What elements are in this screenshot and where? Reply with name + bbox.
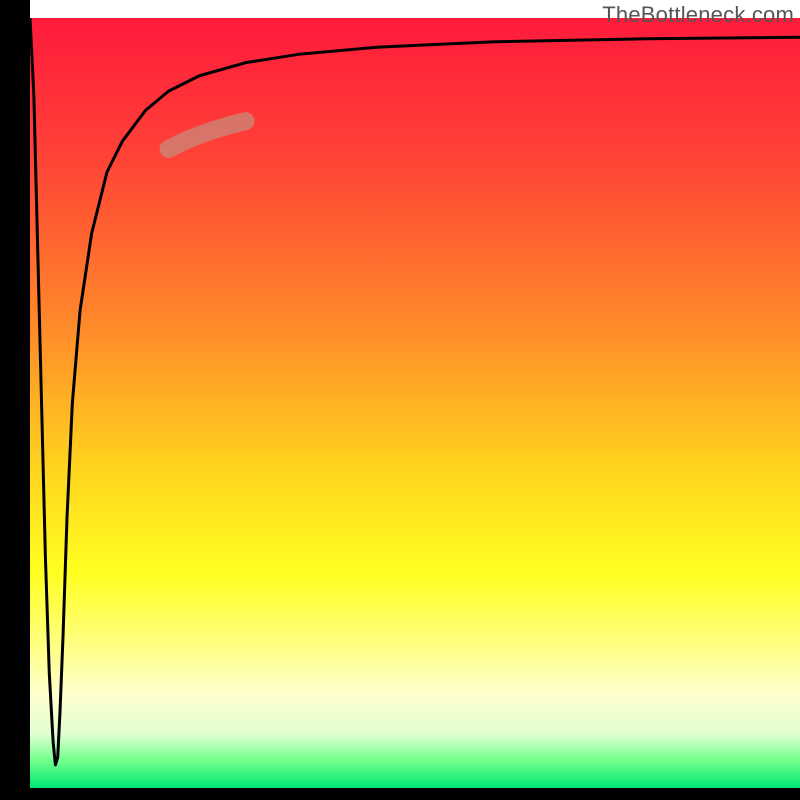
chart-container: TheBottleneck.com — [0, 0, 800, 800]
plot-background — [30, 18, 800, 788]
y-axis — [0, 0, 30, 800]
attribution-label: TheBottleneck.com — [602, 2, 794, 28]
bottleneck-chart — [0, 0, 800, 800]
x-axis — [0, 788, 800, 800]
